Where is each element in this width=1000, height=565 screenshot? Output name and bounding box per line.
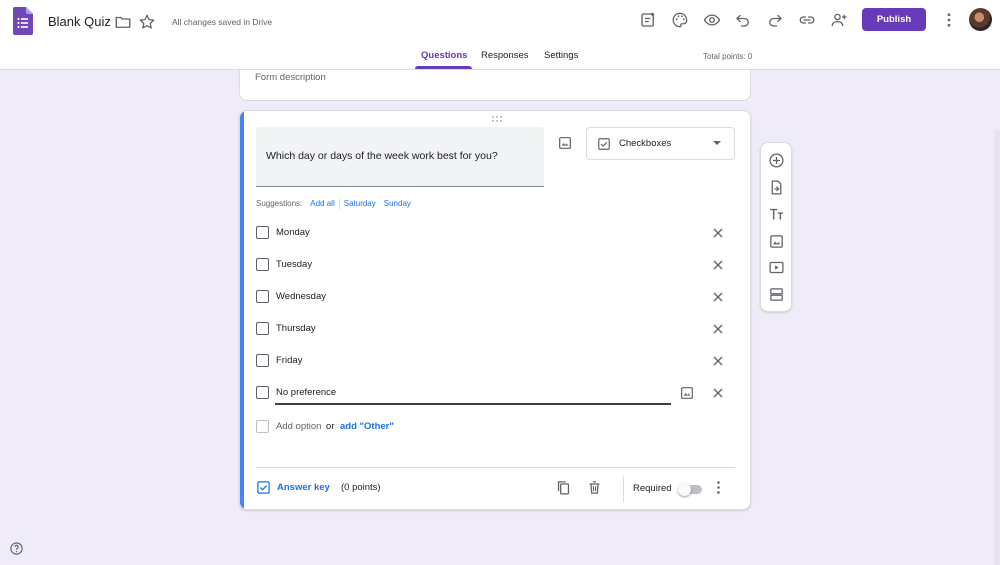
dropdown-caret-icon [713,141,721,145]
option-image-icon[interactable] [679,385,695,401]
checkbox-type-icon [598,138,610,150]
tab-settings[interactable]: Settings [544,50,578,61]
add-image-icon[interactable] [768,233,785,250]
forms-app-icon[interactable] [13,7,33,35]
option-checkbox[interactable] [256,354,269,367]
save-status: All changes saved in Drive [172,17,273,27]
add-section-icon[interactable] [768,286,785,303]
question-title: Which day or days of the week work best … [266,150,498,162]
option-input[interactable]: No preference [276,387,336,398]
option-row: Friday [256,351,736,371]
add-image-icon[interactable] [557,135,573,151]
add-collaborator-icon[interactable] [830,11,848,29]
add-option-input[interactable]: Add option [276,421,321,432]
option-checkbox[interactable] [256,386,269,399]
palette-icon[interactable] [671,11,689,29]
preview-eye-icon[interactable] [703,11,721,29]
add-question-icon[interactable] [768,152,785,169]
suggestion-add-all[interactable]: Add all [310,199,334,208]
footer-divider [623,476,624,502]
question-card[interactable]: Which day or days of the week work best … [239,110,751,510]
option-checkbox[interactable] [256,258,269,271]
option-input-underline [275,403,671,405]
addon-icon[interactable] [639,11,657,29]
active-question-indicator [240,111,244,509]
help-icon[interactable] [9,541,24,556]
star-icon[interactable] [138,13,156,31]
option-row: Thursday [256,319,736,339]
remove-option-icon[interactable] [710,385,726,401]
option-label[interactable]: Thursday [276,323,316,334]
duplicate-icon[interactable] [555,479,572,496]
option-label[interactable]: Wednesday [276,291,326,302]
question-type-label: Checkboxes [619,138,672,149]
suggestion-divider [338,199,340,209]
tab-responses[interactable]: Responses [481,50,529,61]
add-other-link[interactable]: add "Other" [340,421,394,432]
remove-option-icon[interactable] [710,289,726,305]
option-row: Tuesday [256,255,736,275]
card-footer-divider [256,467,735,468]
drag-handle-icon[interactable] [490,115,504,123]
add-option-row: Add option or add "Other" [256,417,556,437]
delete-icon[interactable] [586,479,603,496]
undo-icon[interactable] [734,11,752,29]
suggestion-sunday[interactable]: Sunday [384,199,411,208]
toggle-knob [678,483,691,496]
more-vert-icon[interactable] [940,11,958,29]
remove-option-icon[interactable] [710,225,726,241]
answer-key-label: Answer key [277,482,330,493]
option-checkbox[interactable] [256,290,269,303]
suggestions-label: Suggestions: [256,199,303,209]
option-checkbox[interactable] [256,226,269,239]
scrollbar[interactable] [994,130,1000,565]
required-toggle[interactable] [678,483,704,496]
remove-option-icon[interactable] [710,321,726,337]
suggestions-bar: Suggestions: Add all Saturday Sunday [256,199,411,209]
folder-icon[interactable] [114,13,132,31]
answer-key-icon [257,481,270,494]
option-checkbox[interactable] [256,322,269,335]
floating-toolbar [760,142,792,312]
import-questions-icon[interactable] [768,179,785,196]
or-text: or [326,421,335,432]
option-row-focused: No preference [256,383,736,403]
publish-button[interactable]: Publish [862,8,926,31]
redo-icon[interactable] [766,11,784,29]
add-title-icon[interactable] [768,206,785,223]
form-description-input[interactable]: Form description [255,72,326,83]
option-label[interactable]: Tuesday [276,259,312,270]
form-title[interactable]: Blank Quiz [48,14,111,30]
remove-option-icon[interactable] [710,257,726,273]
add-option-checkbox [256,420,269,433]
suggestion-saturday[interactable]: Saturday [344,199,376,208]
option-label[interactable]: Friday [276,355,302,366]
app-header: Blank Quiz All changes saved in Drive Pu… [0,0,1000,70]
question-points: (0 points) [341,482,381,493]
option-label[interactable]: Monday [276,227,310,238]
answer-key-button[interactable]: Answer key [256,479,336,497]
required-label: Required [633,483,672,494]
add-video-icon[interactable] [768,259,785,276]
question-type-dropdown[interactable]: Checkboxes [586,127,735,160]
option-row: Monday [256,223,736,243]
more-options-icon[interactable] [710,479,727,496]
avatar[interactable] [969,8,992,31]
remove-option-icon[interactable] [710,353,726,369]
option-row: Wednesday [256,287,736,307]
tab-questions[interactable]: Questions [421,50,467,61]
link-icon[interactable] [798,11,816,29]
active-tab-indicator [415,66,472,69]
total-points: Total points: 0 [703,52,753,61]
question-title-field[interactable]: Which day or days of the week work best … [256,127,544,187]
